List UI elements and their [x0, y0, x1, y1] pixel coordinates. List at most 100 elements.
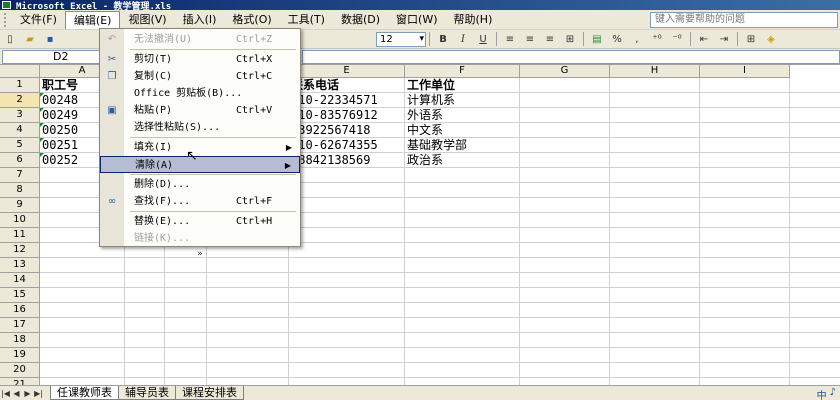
row-header-6[interactable]: 6: [0, 153, 40, 168]
row-header-12[interactable]: 12: [0, 243, 40, 258]
row-header-9[interactable]: 9: [0, 198, 40, 213]
edit-menu-item-5[interactable]: 选择性粘贴(S)...: [100, 119, 300, 136]
increase-indent-icon[interactable]: ⇥: [715, 31, 733, 47]
edit-menu-item-2[interactable]: ❐ 复制(C) Ctrl+C: [100, 68, 300, 85]
row-header-17[interactable]: 17: [0, 318, 40, 333]
row-header-21[interactable]: 21: [0, 378, 40, 385]
comma-button[interactable]: ,: [628, 31, 646, 47]
cell-f5[interactable]: 基础教学部: [405, 138, 519, 153]
merge-center-icon[interactable]: ⊞: [561, 31, 579, 47]
menu-edit[interactable]: 编辑(E): [64, 10, 121, 29]
column-header-e[interactable]: E: [289, 65, 405, 78]
borders-icon[interactable]: ⊞: [742, 31, 760, 47]
decrease-indent-icon[interactable]: ⇤: [695, 31, 713, 47]
menu-window[interactable]: 窗口(W): [388, 11, 445, 29]
edit-menu-item-1[interactable]: ✂ 剪切(T) Ctrl+X: [100, 51, 300, 68]
edit-menu-item-3[interactable]: Office 剪贴板(B)...: [100, 85, 300, 102]
ime-mode-icon[interactable]: ♪: [830, 387, 836, 400]
row-header-20[interactable]: 20: [0, 363, 40, 378]
help-search-input[interactable]: 键入需要帮助的问题: [650, 11, 838, 28]
last-sheet-icon[interactable]: ▶|: [33, 389, 44, 398]
cell-e3[interactable]: 010-83576912: [289, 108, 404, 123]
edit-menu-item-7[interactable]: 清除(A) ▶: [100, 156, 300, 173]
cell-f6[interactable]: 政治系: [405, 153, 519, 168]
row-header-11[interactable]: 11: [0, 228, 40, 243]
select-all-corner[interactable]: [0, 65, 40, 78]
menu-help[interactable]: 帮助(H): [446, 11, 501, 29]
align-left-icon[interactable]: ≡: [501, 31, 519, 47]
cell-e1[interactable]: 联系电话: [289, 78, 404, 93]
menu-insert[interactable]: 插入(I): [175, 11, 225, 29]
cell-e4[interactable]: 13922567418: [289, 123, 404, 138]
edit-menu-item-label: 查找(F)...: [134, 196, 191, 207]
edit-menu-item-10[interactable]: 替换(E)... Ctrl+H: [100, 213, 300, 230]
row-header-15[interactable]: 15: [0, 288, 40, 303]
grid-line: [519, 78, 520, 385]
first-sheet-icon[interactable]: |◀: [0, 389, 11, 398]
formula-input[interactable]: [302, 49, 840, 64]
column-header-i[interactable]: I: [700, 65, 790, 78]
menu-view[interactable]: 视图(V): [120, 11, 174, 29]
sheet-tab-courses[interactable]: 课程安排表: [175, 386, 244, 400]
cell-f1[interactable]: 工作单位: [405, 78, 519, 93]
cell-e5[interactable]: 010-62674355: [289, 138, 404, 153]
edit-menu-item-8[interactable]: 删除(D)...: [100, 176, 300, 193]
row-header-8[interactable]: 8: [0, 183, 40, 198]
row-header-4[interactable]: 4: [0, 123, 40, 138]
ime-indicator[interactable]: 中 ♪: [817, 387, 836, 400]
menu-data[interactable]: 数据(D): [333, 11, 388, 29]
expand-menu-chevron-icon[interactable]: »: [100, 247, 300, 261]
prev-sheet-icon[interactable]: ◀: [11, 389, 22, 398]
edit-menu-item-6[interactable]: 填充(I) ▶: [100, 139, 300, 156]
row-header-1[interactable]: 1: [0, 78, 40, 93]
row-header-14[interactable]: 14: [0, 273, 40, 288]
ime-language-icon[interactable]: 中: [817, 387, 827, 400]
column-header-g[interactable]: G: [520, 65, 610, 78]
increase-decimal-icon[interactable]: ⁺⁰: [648, 31, 666, 47]
column-header-h[interactable]: H: [610, 65, 700, 78]
font-size-select[interactable]: 12: [376, 31, 426, 47]
italic-button[interactable]: I: [454, 31, 472, 47]
menu-file[interactable]: 文件(F): [12, 11, 65, 29]
row-header-10[interactable]: 10: [0, 213, 40, 228]
row-header-5[interactable]: 5: [0, 138, 40, 153]
cell-e6[interactable]: 18842138569: [289, 153, 404, 168]
sheet-tab-teachers[interactable]: 任课教师表: [50, 386, 119, 400]
sheet-tab-counselors[interactable]: 辅导员表: [118, 386, 176, 400]
menu-tools[interactable]: 工具(T): [280, 11, 333, 29]
align-right-icon[interactable]: ≡: [541, 31, 559, 47]
name-box[interactable]: D2: [2, 49, 102, 64]
edit-menu-item-label: 链接(K)...: [134, 233, 191, 244]
row-header-3[interactable]: 3: [0, 108, 40, 123]
cell-f3[interactable]: 外语系: [405, 108, 519, 123]
menubar-grip-icon[interactable]: [4, 12, 10, 27]
new-file-icon[interactable]: ▯: [1, 31, 19, 47]
cell-f4[interactable]: 中文系: [405, 123, 519, 138]
column-header-f[interactable]: F: [405, 65, 520, 78]
currency-icon[interactable]: ▤: [588, 31, 606, 47]
align-center-icon[interactable]: ≡: [521, 31, 539, 47]
open-folder-icon[interactable]: ▰: [21, 31, 39, 47]
next-sheet-icon[interactable]: ▶: [22, 389, 33, 398]
row-header-13[interactable]: 13: [0, 258, 40, 273]
edit-menu-item-4[interactable]: ▣ 粘贴(P) Ctrl+V: [100, 102, 300, 119]
edit-menu-item-label: 清除(A): [135, 160, 174, 171]
bold-button[interactable]: B: [434, 31, 452, 47]
row-header-2[interactable]: 2: [0, 93, 40, 108]
edit-menu-item-label: 无法撤消(U): [134, 34, 193, 45]
grid-line: [40, 332, 840, 333]
row-header-16[interactable]: 16: [0, 303, 40, 318]
fill-color-icon[interactable]: ◈: [762, 31, 780, 47]
edit-menu-item-9[interactable]: ∞ 查找(F)... Ctrl+F: [100, 193, 300, 210]
row-header-7[interactable]: 7: [0, 168, 40, 183]
row-header-19[interactable]: 19: [0, 348, 40, 363]
cell-f2[interactable]: 计算机系: [405, 93, 519, 108]
percent-button[interactable]: %: [608, 31, 626, 47]
decrease-decimal-icon[interactable]: ⁻⁰: [668, 31, 686, 47]
menu-format[interactable]: 格式(O): [224, 11, 279, 29]
cell-e2[interactable]: 010-22334571: [289, 93, 404, 108]
grid-line: [40, 317, 840, 318]
row-header-18[interactable]: 18: [0, 333, 40, 348]
save-icon[interactable]: ▪: [41, 31, 59, 47]
underline-button[interactable]: U: [474, 31, 492, 47]
